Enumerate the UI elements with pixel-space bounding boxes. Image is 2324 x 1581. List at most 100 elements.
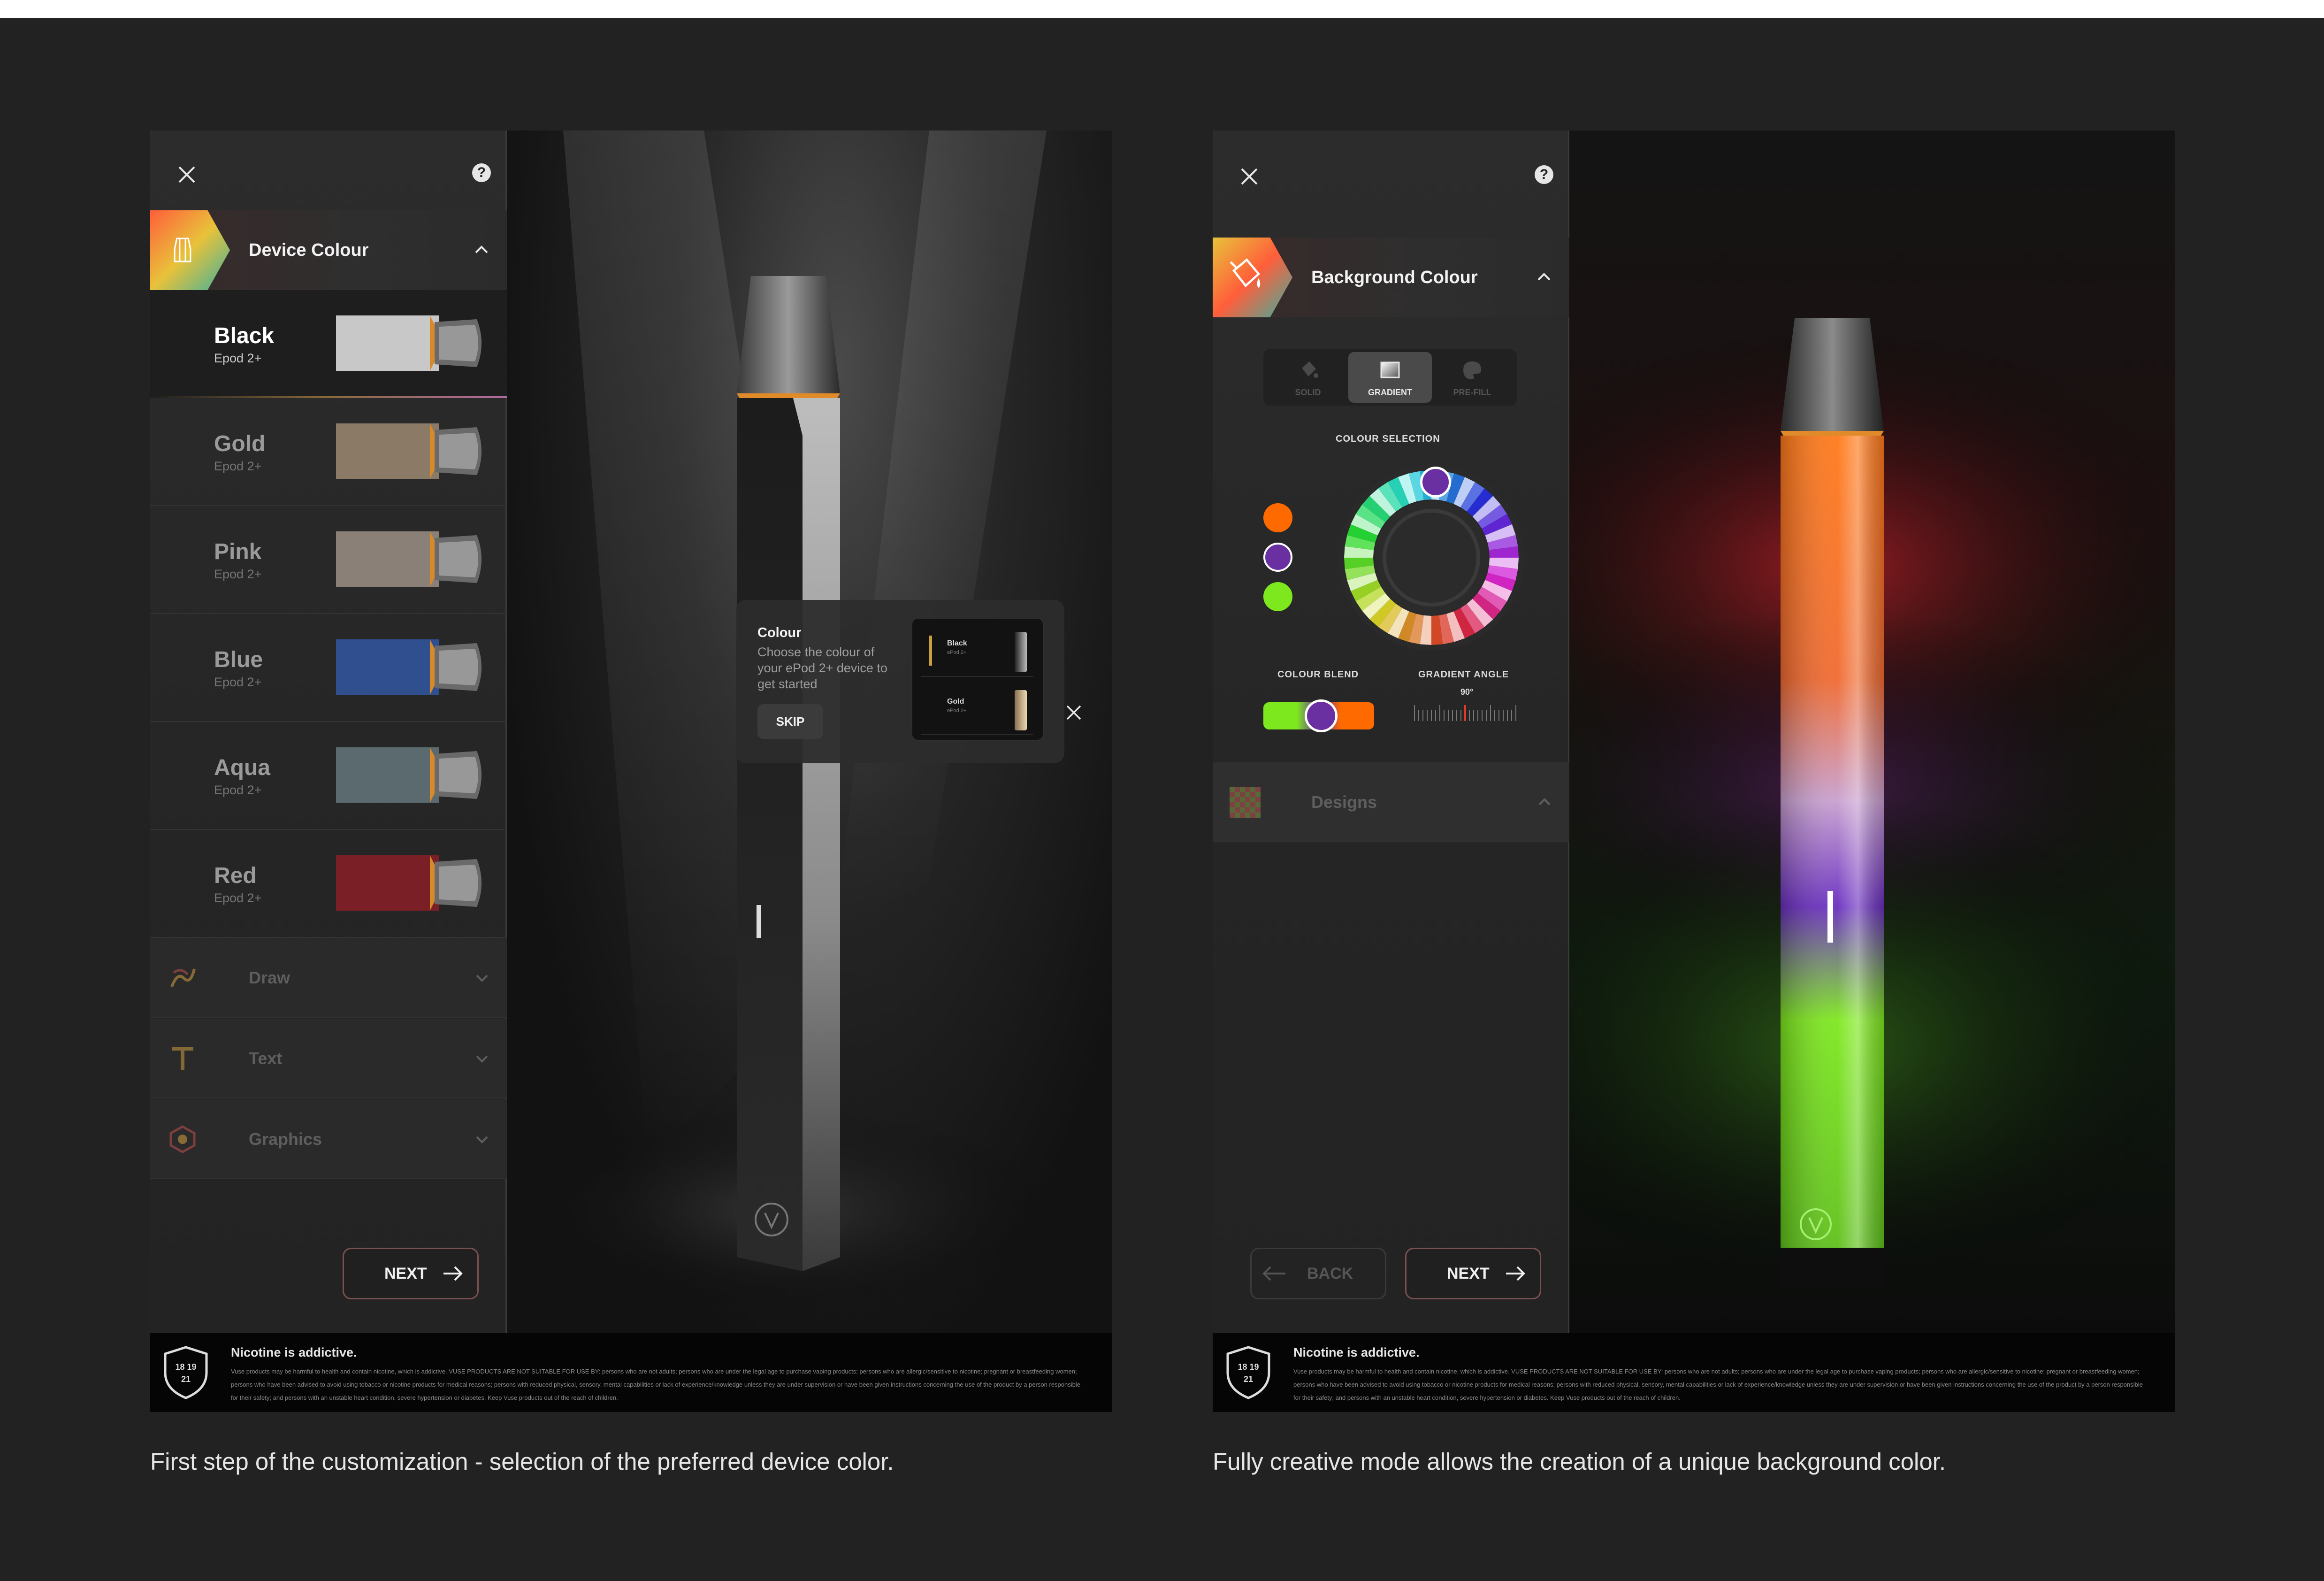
close-icon[interactable] [1064, 703, 1083, 722]
checker-cell [1230, 807, 1235, 813]
swatch-body [336, 531, 439, 587]
checker-cell [1245, 797, 1250, 802]
warning-heading: Nicotine is addictive. [231, 1345, 357, 1359]
colour-name: Gold [214, 431, 266, 456]
colour-blend-label: COLOUR BLEND [1277, 669, 1359, 680]
tab-label: SOLID [1295, 388, 1321, 397]
colour-model: Epod 2+ [214, 675, 262, 689]
background-colour-header[interactable]: Background Colour [1213, 238, 1569, 317]
swatch-body [336, 315, 439, 371]
popup-preview-thumbs: Black ePod 2+ Gold ePod 2+ [911, 618, 1044, 741]
tool-label: Draw [249, 968, 290, 987]
tab-gradient[interactable]: GRADIENT [1348, 352, 1432, 403]
checker-cell [1255, 797, 1261, 802]
checker-cell [1235, 807, 1240, 813]
colour-option-blue[interactable]: Blue Epod 2+ [150, 614, 507, 722]
blend-handle[interactable] [1305, 699, 1338, 732]
background-colour-badge [1213, 238, 1292, 317]
tool-draw[interactable]: Draw [150, 938, 507, 1018]
checker-cell [1250, 813, 1255, 818]
device-colour-header[interactable]: Device Colour [150, 210, 507, 290]
colour-option-pink[interactable]: Pink Epod 2+ [150, 506, 507, 614]
warning-heading: Nicotine is addictive. [1293, 1345, 1420, 1359]
checker-cell [1255, 787, 1261, 792]
selected-colour-dot[interactable] [1263, 582, 1292, 611]
tool-graphics[interactable]: Graphics [150, 1099, 507, 1179]
chevron-down-icon[interactable] [474, 1131, 490, 1147]
svg-text:18 19: 18 19 [175, 1362, 196, 1372]
checker-cell [1245, 787, 1250, 792]
colour-name: Black [214, 323, 275, 348]
close-icon[interactable] [1238, 165, 1261, 188]
chevron-down-icon[interactable] [474, 1051, 490, 1067]
gradient-angle-label: GRADIENT ANGLE [1418, 669, 1509, 680]
colour-model: Epod 2+ [214, 459, 262, 473]
checker-cell [1230, 787, 1235, 792]
checker-cell [1245, 807, 1250, 813]
gradient-icon [1380, 361, 1400, 378]
gradient-angle-dial[interactable] [1410, 698, 1522, 727]
colour-option-black[interactable]: Black Epod 2+ [150, 290, 507, 398]
checker-cell [1255, 792, 1261, 797]
checker-cell [1235, 797, 1240, 802]
back-button[interactable]: BACK [1250, 1248, 1386, 1299]
selected-colour-dot[interactable] [1263, 543, 1292, 572]
caption-left: First step of the customization - select… [150, 1448, 894, 1475]
device-preview-stage [1569, 130, 2175, 1333]
colour-option-gold[interactable]: Gold Epod 2+ [150, 398, 507, 506]
checker-cell [1240, 813, 1245, 818]
checker-cell [1255, 802, 1261, 807]
colour-blend-slider[interactable] [1263, 699, 1374, 732]
colour-swatch [336, 423, 482, 479]
checker-icon [1230, 787, 1261, 818]
swatch-body [336, 747, 439, 803]
checker-cell [1245, 802, 1250, 807]
section-title: Device Colour [249, 240, 369, 260]
tab-label: PRE-FILL [1453, 388, 1491, 397]
chevron-up-icon[interactable] [1536, 269, 1552, 285]
paint-bucket-icon [1230, 258, 1261, 288]
tab-pre-fill[interactable]: PRE-FILL [1430, 352, 1514, 403]
colour-swatch [336, 315, 482, 371]
checker-cell [1230, 792, 1235, 797]
thumb-device-black [1015, 632, 1027, 672]
chevron-up-icon[interactable] [473, 241, 490, 258]
gradient-angle-value: 90° [1460, 687, 1474, 697]
checker-cell [1250, 797, 1255, 802]
arrow-right-icon [1506, 1266, 1525, 1281]
colour-model: Epod 2+ [214, 891, 262, 905]
chevron-down-icon[interactable] [474, 970, 490, 986]
popup-title: Colour [757, 625, 802, 640]
checker-cell [1240, 802, 1245, 807]
swatch-body [336, 639, 439, 695]
colour-wheel-handle[interactable] [1420, 467, 1451, 498]
selected-colour-dot[interactable] [1263, 503, 1292, 532]
health-warning: 18 19 21 Nicotine is addictive. Vuse prod… [150, 1333, 1112, 1412]
arrow-left-icon [1262, 1266, 1285, 1281]
help-icon[interactable]: ? [1535, 165, 1553, 184]
thumb-sub: ePod 2+ [947, 650, 967, 655]
skip-button[interactable]: SKIP [757, 704, 823, 739]
next-button[interactable]: NEXT [1405, 1248, 1541, 1299]
tab-solid[interactable]: SOLID [1266, 352, 1350, 403]
colour-option-aqua[interactable]: Aqua Epod 2+ [150, 722, 507, 830]
next-label: NEXT [1447, 1265, 1490, 1282]
designs-row[interactable]: Designs [1213, 762, 1569, 842]
checker-cell [1250, 792, 1255, 797]
close-icon[interactable] [176, 163, 198, 186]
tool-text[interactable]: Text [150, 1019, 507, 1098]
checker-cell [1230, 797, 1235, 802]
colour-option-red[interactable]: Red Epod 2+ [150, 830, 507, 938]
svg-text:21: 21 [181, 1374, 191, 1384]
back-label: BACK [1307, 1265, 1353, 1282]
chevron-up-icon[interactable] [1537, 794, 1552, 810]
age-shield-icon: 18 19 21 [1226, 1346, 1270, 1399]
thumb-marker [929, 636, 932, 666]
checker-cell [1235, 813, 1240, 818]
vape-device-gradient [1781, 318, 1884, 1290]
warning-body: Vuse products may be harmful to health a… [231, 1368, 1080, 1401]
next-label: NEXT [384, 1265, 427, 1282]
svg-text:18 19: 18 19 [1238, 1362, 1259, 1372]
next-button[interactable]: NEXT [343, 1248, 479, 1299]
help-icon[interactable]: ? [472, 163, 491, 182]
